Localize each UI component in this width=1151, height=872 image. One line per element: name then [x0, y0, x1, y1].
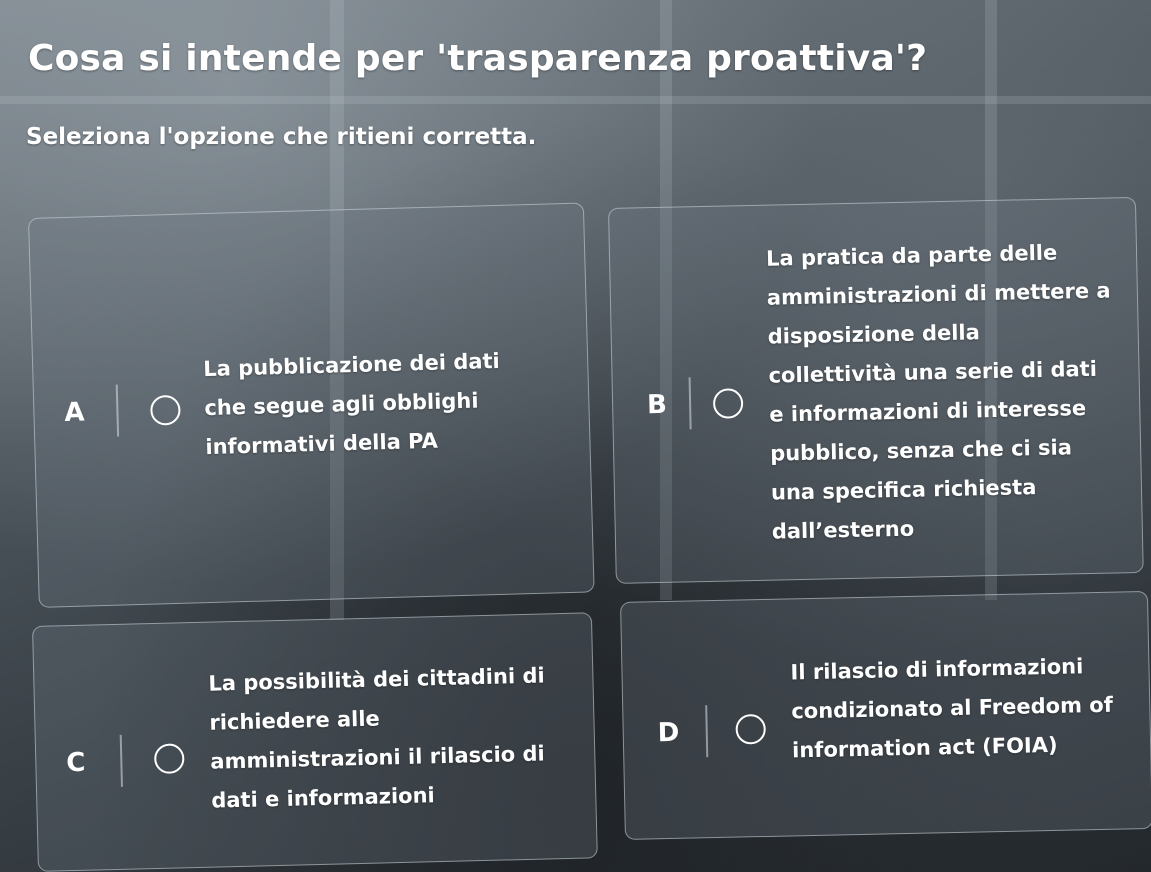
option-d-card[interactable]: D Il rilascio di informazioni condiziona… [620, 590, 1151, 840]
option-text: Il rilascio di informazioni condizionato… [790, 654, 1114, 763]
radio-button-icon[interactable] [735, 713, 767, 745]
option-letter: B [646, 389, 668, 421]
question-title: Cosa si intende per 'trasparenza proatti… [28, 38, 928, 79]
option-text: La pratica da parte delle amministrazion… [765, 240, 1111, 544]
option-b-card[interactable]: B La pratica da parte delle amministrazi… [608, 196, 1144, 584]
option-divider [688, 377, 692, 430]
option-a-card[interactable]: A La pubblicazione dei dati che segue ag… [28, 202, 595, 608]
option-text: La pubblicazione dei dati che segue agli… [202, 348, 501, 460]
option-letter: D [657, 717, 680, 749]
option-divider [115, 384, 120, 437]
option-divider [705, 705, 709, 758]
radio-button-icon[interactable] [712, 388, 744, 419]
option-c-card[interactable]: C La possibilità dei cittadini di richie… [32, 612, 598, 872]
radio-button-icon[interactable] [150, 394, 181, 426]
option-letter: A [64, 397, 85, 429]
option-text: La possibilità dei cittadini di richiede… [208, 663, 545, 813]
background-window-frame [0, 96, 1151, 104]
question-instruction: Seleziona l'opzione che ritieni corretta… [26, 124, 537, 150]
radio-button-icon[interactable] [153, 743, 185, 775]
option-letter: C [65, 747, 86, 779]
option-divider [119, 734, 123, 787]
